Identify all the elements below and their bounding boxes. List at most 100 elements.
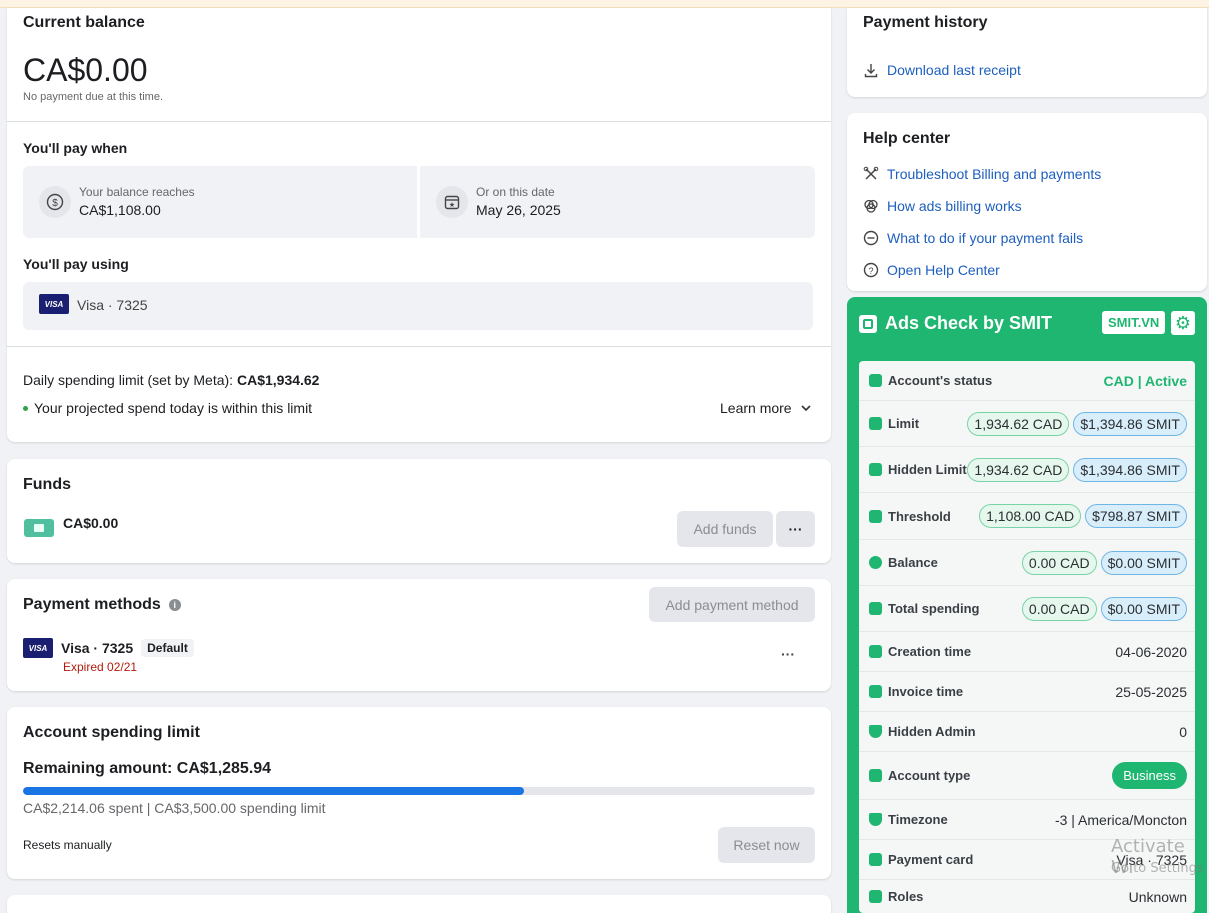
funds-amount: CA$0.00	[63, 515, 119, 531]
pay-using-box[interactable]: VISA Visa · 7325	[23, 282, 813, 330]
limit-cad: 1,934.62 CAD	[967, 411, 1070, 436]
creation-time-label: Creation time	[888, 644, 972, 659]
svg-text:?: ?	[868, 266, 873, 276]
hidden-limit-smit: $1,394.86 SMIT	[1073, 457, 1187, 482]
help-link-how-billing-works[interactable]: How ads billing works	[863, 198, 1022, 214]
more-icon: ···	[781, 646, 795, 662]
smit-row-balance: Balance 0.00 CAD $0.00 SMIT	[859, 540, 1195, 586]
chevron-down-icon	[801, 405, 811, 412]
projected-note: Your projected spend today is within thi…	[34, 400, 313, 416]
smit-row-status: Account's status CAD | Active	[859, 361, 1195, 401]
info-icon[interactable]: i	[168, 599, 181, 611]
question-icon: ?	[863, 262, 879, 278]
total-spending-smit: $0.00 SMIT	[1100, 596, 1187, 621]
payment-card-label: Visa · 7325	[61, 640, 134, 656]
smit-badge[interactable]: SMIT.VN	[1102, 311, 1166, 334]
wallet-icon	[869, 602, 882, 615]
payment-method-more-button[interactable]: ···	[781, 646, 795, 662]
account-type-badge: Business	[1112, 762, 1187, 789]
threshold-label: Your balance reaches	[79, 185, 195, 199]
funds-more-button[interactable]: ···	[776, 511, 815, 547]
threshold-cad: 1,108.00 CAD	[979, 504, 1082, 528]
help-link-open-help-center[interactable]: ? Open Help Center	[863, 262, 1000, 278]
dollar-icon	[869, 556, 882, 569]
reset-now-button[interactable]: Reset now	[718, 827, 815, 863]
download-icon	[864, 64, 878, 78]
help-link-troubleshoot[interactable]: Troubleshoot Billing and payments	[863, 166, 1101, 182]
payment-history-title: Payment history	[863, 14, 988, 31]
hidden-admin-label: Hidden Admin	[888, 724, 976, 739]
limit-smit: $1,394.86 SMIT	[1073, 411, 1187, 436]
smit-logo-icon	[859, 314, 877, 333]
help-link-label: Troubleshoot Billing and payments	[887, 166, 1102, 182]
smit-row-timezone: Timezone -3 | America/Moncton	[859, 800, 1195, 840]
date-label: Or on this date	[476, 185, 555, 199]
help-link-label: What to do if your payment fails	[887, 230, 1084, 246]
pay-when-title: You'll pay when	[23, 140, 128, 156]
daily-limit-label: Daily spending limit (set by Meta):	[23, 372, 234, 388]
roles-label: Roles	[888, 889, 924, 904]
funds-title: Funds	[23, 476, 71, 493]
total-spending-label: Total spending	[888, 601, 980, 616]
hidden-limit-cad: 1,934.62 CAD	[967, 457, 1070, 482]
invoice-time-value: 25-05-2025	[1115, 683, 1187, 700]
card-icon	[869, 853, 882, 866]
projected-note-line: Your projected spend today is within thi…	[23, 400, 312, 416]
payment-card-line: Visa · 7325 Default	[61, 639, 194, 657]
bar-chart-icon	[869, 374, 882, 387]
invoice-time-label: Invoice time	[888, 684, 964, 699]
creation-time-value: 04-06-2020	[1115, 643, 1187, 660]
calendar-icon	[869, 645, 882, 658]
spending-progress-fill	[23, 787, 525, 795]
visa-logo-icon: VISA	[39, 294, 69, 314]
smit-header: Ads Check by SMIT	[859, 313, 1052, 334]
balance-note: No payment due at this time.	[23, 91, 164, 103]
learn-more-label: Learn more	[720, 400, 792, 416]
help-center-card: Help center Troubleshoot Billing and pay…	[847, 113, 1207, 291]
limit-label: Limit	[888, 416, 920, 431]
threshold-value: CA$1,108.00	[79, 202, 161, 218]
daily-limit-value: CA$1,934.62	[236, 372, 320, 388]
add-payment-method-button[interactable]: Add payment method	[649, 587, 815, 622]
card-icon	[869, 417, 882, 430]
hidden-limit-label: Hidden Limit	[888, 462, 967, 477]
venn-icon	[864, 199, 878, 213]
divider	[7, 346, 831, 347]
smit-row-threshold: Threshold 1,108.00 CAD $798.87 SMIT	[859, 493, 1195, 540]
balance-label: Balance	[888, 555, 938, 570]
payment-card-label: Payment card	[888, 852, 974, 867]
expired-note: Expired 02/21	[63, 660, 138, 674]
learn-more-toggle[interactable]: Learn more	[720, 400, 812, 416]
shield-icon	[869, 813, 882, 826]
date-box: ★ Or on this date May 26, 2025	[420, 166, 815, 238]
help-link-payment-fails[interactable]: What to do if your payment fails	[863, 230, 1083, 246]
smit-row-total-spending: Total spending 0.00 CAD $0.00 SMIT	[859, 586, 1195, 632]
invoice-icon	[869, 685, 882, 698]
spent-note: CA$2,214.06 spent | CA$3,500.00 spending…	[23, 800, 326, 816]
piggy-bank-icon	[869, 463, 882, 476]
download-receipt-link[interactable]: Download last receipt	[863, 62, 1021, 78]
timezone-label: Timezone	[888, 812, 948, 827]
help-link-label: How ads billing works	[887, 198, 1022, 214]
add-funds-button[interactable]: Add funds	[677, 511, 773, 547]
smit-row-creation-time: Creation time 04-06-2020	[859, 632, 1195, 672]
payment-methods-header: Payment methods i	[23, 596, 181, 614]
wallet-icon	[24, 519, 54, 537]
visa-logo-icon: VISA	[23, 638, 53, 658]
default-badge: Default	[141, 639, 194, 657]
gear-icon[interactable]: ⚙	[1171, 311, 1195, 335]
timezone-value: -3 | America/Moncton	[1054, 811, 1187, 828]
smit-row-limit: Limit 1,934.62 CAD $1,394.86 SMIT	[859, 401, 1195, 447]
resets-note: Resets manually	[23, 838, 112, 852]
green-dot-icon	[23, 405, 28, 411]
tools-icon	[863, 166, 879, 180]
current-balance-title: Current balance	[23, 14, 145, 31]
pay-using-card-label: Visa · 7325	[77, 297, 148, 313]
minus-circle-icon	[863, 230, 879, 246]
smit-title: Ads Check by SMIT	[885, 313, 1053, 333]
activation-watermark-line2: Go to Settings	[1111, 861, 1204, 876]
spending-progress-track	[23, 787, 815, 795]
pay-using-title: You'll pay using	[23, 256, 129, 272]
threshold-label: Threshold	[888, 508, 951, 524]
spending-limit-title: Account spending limit	[23, 724, 200, 741]
